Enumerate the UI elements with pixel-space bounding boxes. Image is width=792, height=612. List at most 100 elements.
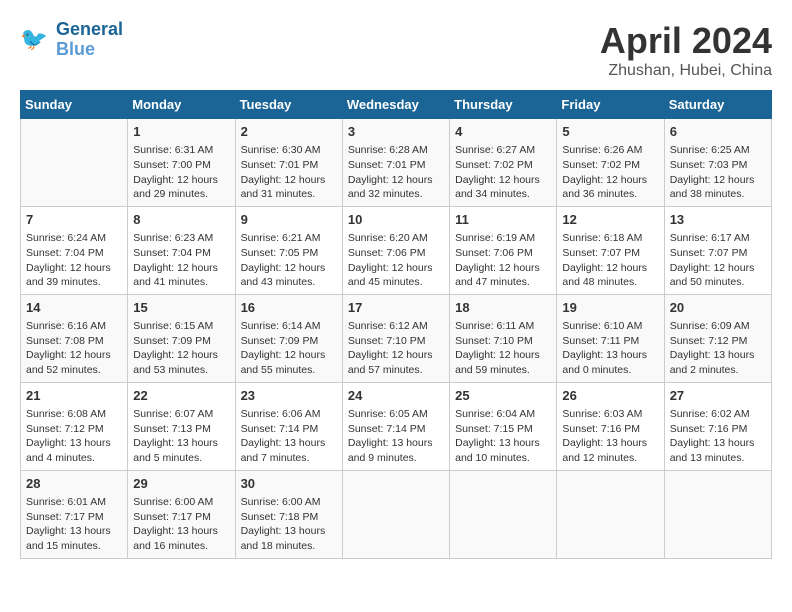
day-number: 14 [26,299,122,317]
day-number: 17 [348,299,444,317]
day-info: Sunrise: 6:17 AM Sunset: 7:07 PM Dayligh… [670,231,766,290]
day-number: 8 [133,211,229,229]
calendar-day-cell: 21 Sunrise: 6:08 AM Sunset: 7:12 PM Dayli… [21,382,128,470]
calendar-week-row: 14 Sunrise: 6:16 AM Sunset: 7:08 PM Dayli… [21,294,772,382]
day-number: 28 [26,475,122,493]
day-number: 15 [133,299,229,317]
day-number: 26 [562,387,658,405]
day-number: 6 [670,123,766,141]
calendar-table: SundayMondayTuesdayWednesdayThursdayFrid… [20,90,772,559]
calendar-day-cell: 26 Sunrise: 6:03 AM Sunset: 7:16 PM Dayli… [557,382,664,470]
calendar-day-cell: 25Sunrise: 6:04 AM Sunset: 7:15 PM Dayli… [450,382,557,470]
calendar-day-cell: 10 Sunrise: 6:20 AM Sunset: 7:06 PM Dayli… [342,206,449,294]
day-number: 1 [133,123,229,141]
day-number: 20 [670,299,766,317]
calendar-day-cell: 24 Sunrise: 6:05 AM Sunset: 7:14 PM Dayli… [342,382,449,470]
weekday-header: Wednesday [342,91,449,119]
day-number: 21 [26,387,122,405]
day-info: Sunrise: 6:18 AM Sunset: 7:07 PM Dayligh… [562,231,658,290]
day-number: 7 [26,211,122,229]
calendar-day-cell: 13 Sunrise: 6:17 AM Sunset: 7:07 PM Dayli… [664,206,771,294]
day-info: Sunrise: 6:15 AM Sunset: 7:09 PM Dayligh… [133,319,229,378]
calendar-day-cell: 16 Sunrise: 6:14 AM Sunset: 7:09 PM Dayli… [235,294,342,382]
day-info: Sunrise: 6:07 AM Sunset: 7:13 PM Dayligh… [133,407,229,466]
day-info: Sunrise: 6:04 AM Sunset: 7:15 PM Dayligh… [455,407,551,466]
calendar-day-cell: 17 Sunrise: 6:12 AM Sunset: 7:10 PM Dayli… [342,294,449,382]
day-info: Sunrise: 6:24 AM Sunset: 7:04 PM Dayligh… [26,231,122,290]
weekday-header: Tuesday [235,91,342,119]
day-number: 23 [241,387,337,405]
day-info: Sunrise: 6:27 AM Sunset: 7:02 PM Dayligh… [455,143,551,202]
day-info: Sunrise: 6:19 AM Sunset: 7:06 PM Dayligh… [455,231,551,290]
location-subtitle: Zhushan, Hubei, China [600,62,772,80]
day-number: 24 [348,387,444,405]
calendar-day-cell: 3Sunrise: 6:28 AM Sunset: 7:01 PM Daylig… [342,119,449,207]
weekday-header: Thursday [450,91,557,119]
calendar-day-cell: 2Sunrise: 6:30 AM Sunset: 7:01 PM Daylig… [235,119,342,207]
svg-text:🐦: 🐦 [20,26,48,51]
page-header: 🐦 General Blue April 2024 Zhushan, Hubei… [20,20,772,80]
day-info: Sunrise: 6:20 AM Sunset: 7:06 PM Dayligh… [348,231,444,290]
day-info: Sunrise: 6:00 AM Sunset: 7:18 PM Dayligh… [241,495,337,554]
calendar-day-cell: 27Sunrise: 6:02 AM Sunset: 7:16 PM Dayli… [664,382,771,470]
month-title: April 2024 [600,20,772,62]
weekday-header: Sunday [21,91,128,119]
day-info: Sunrise: 6:16 AM Sunset: 7:08 PM Dayligh… [26,319,122,378]
day-info: Sunrise: 6:28 AM Sunset: 7:01 PM Dayligh… [348,143,444,202]
calendar-day-cell [664,470,771,558]
weekday-header: Saturday [664,91,771,119]
day-info: Sunrise: 6:23 AM Sunset: 7:04 PM Dayligh… [133,231,229,290]
day-info: Sunrise: 6:06 AM Sunset: 7:14 PM Dayligh… [241,407,337,466]
day-number: 29 [133,475,229,493]
calendar-week-row: 7 Sunrise: 6:24 AM Sunset: 7:04 PM Daylig… [21,206,772,294]
logo: 🐦 General Blue [20,20,123,60]
day-number: 10 [348,211,444,229]
calendar-week-row: 21 Sunrise: 6:08 AM Sunset: 7:12 PM Dayli… [21,382,772,470]
day-number: 27 [670,387,766,405]
calendar-day-cell: 6Sunrise: 6:25 AM Sunset: 7:03 PM Daylig… [664,119,771,207]
calendar-week-row: 1 Sunrise: 6:31 AM Sunset: 7:00 PM Daylig… [21,119,772,207]
day-info: Sunrise: 6:03 AM Sunset: 7:16 PM Dayligh… [562,407,658,466]
calendar-day-cell: 30 Sunrise: 6:00 AM Sunset: 7:18 PM Dayli… [235,470,342,558]
calendar-day-cell: 28 Sunrise: 6:01 AM Sunset: 7:17 PM Dayli… [21,470,128,558]
day-number: 18 [455,299,551,317]
title-area: April 2024 Zhushan, Hubei, China [600,20,772,80]
day-number: 5 [562,123,658,141]
day-number: 12 [562,211,658,229]
day-number: 13 [670,211,766,229]
weekday-header: Monday [128,91,235,119]
calendar-day-cell: 7 Sunrise: 6:24 AM Sunset: 7:04 PM Daylig… [21,206,128,294]
logo-icon: 🐦 [20,24,52,56]
day-number: 9 [241,211,337,229]
day-number: 22 [133,387,229,405]
calendar-day-cell: 29Sunrise: 6:00 AM Sunset: 7:17 PM Dayli… [128,470,235,558]
day-number: 30 [241,475,337,493]
day-info: Sunrise: 6:05 AM Sunset: 7:14 PM Dayligh… [348,407,444,466]
day-info: Sunrise: 6:01 AM Sunset: 7:17 PM Dayligh… [26,495,122,554]
calendar-day-cell: 8 Sunrise: 6:23 AM Sunset: 7:04 PM Daylig… [128,206,235,294]
calendar-day-cell: 12 Sunrise: 6:18 AM Sunset: 7:07 PM Dayli… [557,206,664,294]
calendar-day-cell: 22 Sunrise: 6:07 AM Sunset: 7:13 PM Dayli… [128,382,235,470]
weekday-header: Friday [557,91,664,119]
calendar-day-cell [21,119,128,207]
calendar-day-cell: 9Sunrise: 6:21 AM Sunset: 7:05 PM Daylig… [235,206,342,294]
day-info: Sunrise: 6:30 AM Sunset: 7:01 PM Dayligh… [241,143,337,202]
calendar-day-cell [342,470,449,558]
day-number: 4 [455,123,551,141]
day-number: 16 [241,299,337,317]
calendar-day-cell [450,470,557,558]
calendar-day-cell: 11 Sunrise: 6:19 AM Sunset: 7:06 PM Dayli… [450,206,557,294]
day-info: Sunrise: 6:14 AM Sunset: 7:09 PM Dayligh… [241,319,337,378]
calendar-day-cell: 1 Sunrise: 6:31 AM Sunset: 7:00 PM Daylig… [128,119,235,207]
logo-text: General Blue [56,20,123,60]
day-number: 11 [455,211,551,229]
calendar-week-row: 28 Sunrise: 6:01 AM Sunset: 7:17 PM Dayli… [21,470,772,558]
day-info: Sunrise: 6:10 AM Sunset: 7:11 PM Dayligh… [562,319,658,378]
weekday-header-row: SundayMondayTuesdayWednesdayThursdayFrid… [21,91,772,119]
day-info: Sunrise: 6:11 AM Sunset: 7:10 PM Dayligh… [455,319,551,378]
day-number: 19 [562,299,658,317]
day-info: Sunrise: 6:09 AM Sunset: 7:12 PM Dayligh… [670,319,766,378]
day-info: Sunrise: 6:31 AM Sunset: 7:00 PM Dayligh… [133,143,229,202]
day-info: Sunrise: 6:08 AM Sunset: 7:12 PM Dayligh… [26,407,122,466]
day-info: Sunrise: 6:12 AM Sunset: 7:10 PM Dayligh… [348,319,444,378]
